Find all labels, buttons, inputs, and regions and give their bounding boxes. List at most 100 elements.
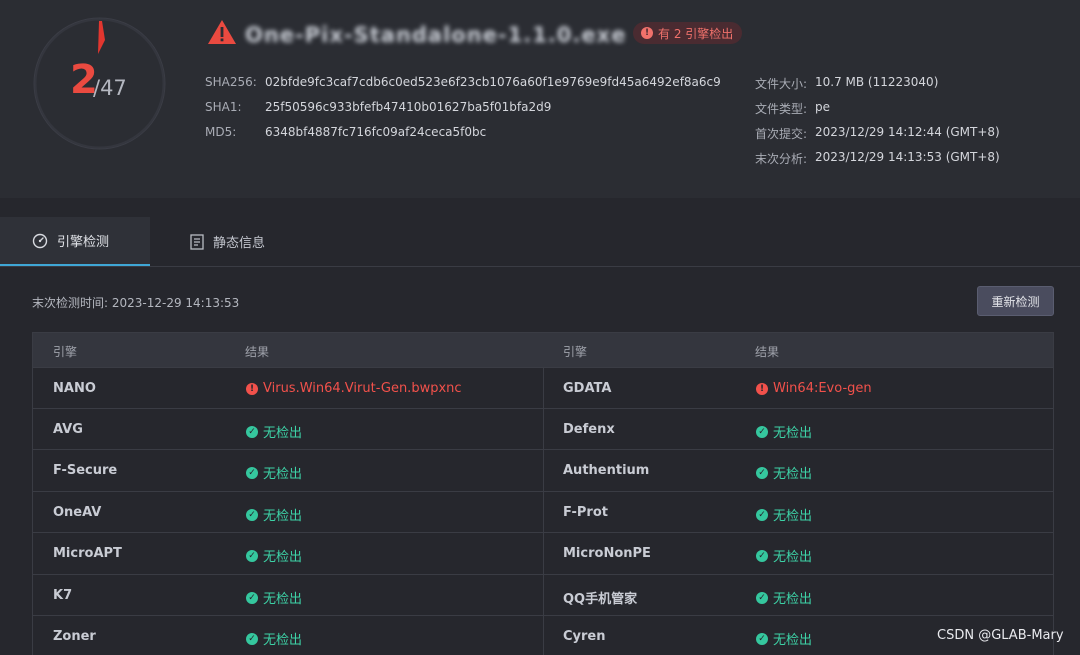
file-type-label: 文件类型:	[755, 102, 808, 116]
table-row: Zoner ✓ 无检出 Cyren ✓ 无检出	[33, 615, 1053, 655]
engine-result: ✓ 无检出	[246, 463, 302, 482]
engine-name: Defenx	[563, 422, 615, 437]
engine-result: ✓ 无检出	[246, 629, 302, 648]
check-icon: ✓	[246, 632, 258, 645]
table-row: AVG ✓ 无检出 Defenx ✓ 无检出	[33, 408, 1053, 450]
watermark: CSDN @GLAB-Mary	[937, 628, 1064, 643]
check-icon: ✓	[756, 549, 768, 562]
check-icon: ✓	[756, 591, 768, 604]
rescan-button[interactable]: 重新检测	[977, 286, 1054, 316]
alert-icon: !	[641, 27, 653, 39]
first-submit-value: 2023/12/29 14:12:44 (GMT+8)	[815, 125, 1000, 139]
detection-gauge: 2 /47	[32, 16, 167, 151]
result-text: 无检出	[263, 509, 303, 524]
sha1-value: 25f50596c933bfefb47410b01627ba5f01bfa2d9	[265, 100, 552, 114]
last-analysis-value: 2023/12/29 14:13:53 (GMT+8)	[815, 150, 1000, 164]
engine-name: QQ手机管家	[563, 592, 638, 607]
sha256-label: SHA256:	[205, 75, 257, 89]
header-engine-left: 引擎	[53, 345, 78, 359]
engine-result: ✓ 无检出	[246, 588, 302, 607]
table-header: 引擎 结果 引擎 结果	[33, 333, 1053, 367]
table-row: F-Secure ✓ 无检出 Authentium ✓ 无检出	[33, 449, 1053, 491]
check-icon: ✓	[756, 466, 768, 479]
result-text: 无检出	[773, 550, 813, 565]
file-summary-header: 2 /47 One-Pix-Standalone-1.1.0.exe ! 有 2…	[0, 0, 1080, 198]
sha1-label: SHA1:	[205, 100, 242, 114]
header-result-right: 结果	[755, 345, 780, 359]
result-text: 无检出	[263, 550, 303, 565]
tab-static-info[interactable]: 静态信息	[150, 217, 300, 266]
header-engine-right: 引擎	[563, 345, 588, 359]
engine-result: ! Virus.Win64.Virut-Gen.bwpxnc	[246, 381, 462, 396]
check-icon: ✓	[246, 508, 258, 521]
result-text: Virus.Win64.Virut-Gen.bwpxnc	[263, 381, 462, 396]
file-name: One-Pix-Standalone-1.1.0.exe	[245, 23, 627, 47]
result-text: 无检出	[773, 426, 813, 441]
md5-label: MD5:	[205, 125, 237, 139]
engine-name: F-Prot	[563, 505, 608, 520]
table-row: NANO ! Virus.Win64.Virut-Gen.bwpxnc GDATA…	[33, 367, 1053, 409]
last-analysis-label: 末次分析:	[755, 152, 808, 166]
check-icon: ✓	[246, 549, 258, 562]
detection-badge: ! 有 2 引擎检出	[633, 22, 743, 44]
tab-bar: 引擎检测 静态信息	[0, 217, 1080, 267]
file-size-value: 10.7 MB (11223040)	[815, 75, 939, 89]
engine-name: AVG	[53, 422, 83, 437]
engine-result: ✓ 无检出	[756, 629, 812, 648]
engine-name: Authentium	[563, 463, 650, 478]
engine-result: ✓ 无检出	[246, 422, 302, 441]
engine-name: MicroAPT	[53, 546, 122, 561]
result-text: 无检出	[773, 467, 813, 482]
check-icon: ✓	[756, 508, 768, 521]
check-icon: ✓	[246, 591, 258, 604]
result-text: 无检出	[773, 592, 813, 607]
check-icon: ✓	[246, 466, 258, 479]
detection-badge-text: 有 2 引擎检出	[658, 26, 734, 41]
engine-name: Zoner	[53, 629, 96, 644]
engine-result: ✓ 无检出	[756, 505, 812, 524]
warning-icon	[207, 19, 237, 49]
engine-name: MicroNonPE	[563, 546, 651, 561]
sha256-value: 02bfde9fc3caf7cdb6c0ed523e6f23cb1076a60f…	[265, 75, 721, 89]
first-submit-label: 首次提交:	[755, 127, 808, 141]
engine-name: Cyren	[563, 629, 606, 644]
alert-icon: !	[246, 382, 258, 395]
gauge-needle	[98, 21, 105, 54]
header-result-left: 结果	[245, 345, 270, 359]
check-icon: ✓	[756, 632, 768, 645]
total-engines: /47	[93, 76, 127, 100]
engine-result: ✓ 无检出	[246, 505, 302, 524]
check-icon: ✓	[756, 425, 768, 438]
tab-static-info-label: 静态信息	[213, 236, 266, 251]
file-size-label: 文件大小:	[755, 77, 808, 91]
last-scan-time: 末次检测时间: 2023-12-29 14:13:53	[32, 296, 240, 310]
gauge-icon	[32, 233, 48, 249]
table-row: MicroAPT ✓ 无检出 MicroNonPE ✓ 无检出	[33, 532, 1053, 574]
engine-name: OneAV	[53, 505, 102, 520]
alert-icon: !	[756, 382, 768, 395]
result-text: 无检出	[773, 633, 813, 648]
document-icon	[190, 233, 204, 250]
engine-name: K7	[53, 588, 73, 603]
result-text: 无检出	[263, 633, 303, 648]
file-type-value: pe	[815, 100, 830, 114]
table-row: OneAV ✓ 无检出 F-Prot ✓ 无检出	[33, 491, 1053, 533]
engine-name: GDATA	[563, 381, 612, 396]
engine-result: ✓ 无检出	[756, 463, 812, 482]
engine-result: ✓ 无检出	[756, 546, 812, 565]
md5-value: 6348bf4887fc716fc09af24ceca5f0bc	[265, 125, 487, 139]
result-text: 无检出	[263, 467, 303, 482]
table-row: K7 ✓ 无检出 QQ手机管家 ✓ 无检出	[33, 574, 1053, 616]
engine-result: ! Win64:Evo-gen	[756, 381, 872, 396]
result-text: 无检出	[263, 426, 303, 441]
check-icon: ✓	[246, 425, 258, 438]
engine-name: F-Secure	[53, 463, 118, 478]
result-text: 无检出	[263, 592, 303, 607]
result-text: 无检出	[773, 509, 813, 524]
engine-result: ✓ 无检出	[246, 546, 302, 565]
tab-engine-detection[interactable]: 引擎检测	[0, 217, 150, 266]
tab-engine-detection-label: 引擎检测	[57, 235, 110, 250]
engine-name: NANO	[53, 381, 96, 396]
engine-result: ✓ 无检出	[756, 588, 812, 607]
result-text: Win64:Evo-gen	[773, 381, 872, 396]
